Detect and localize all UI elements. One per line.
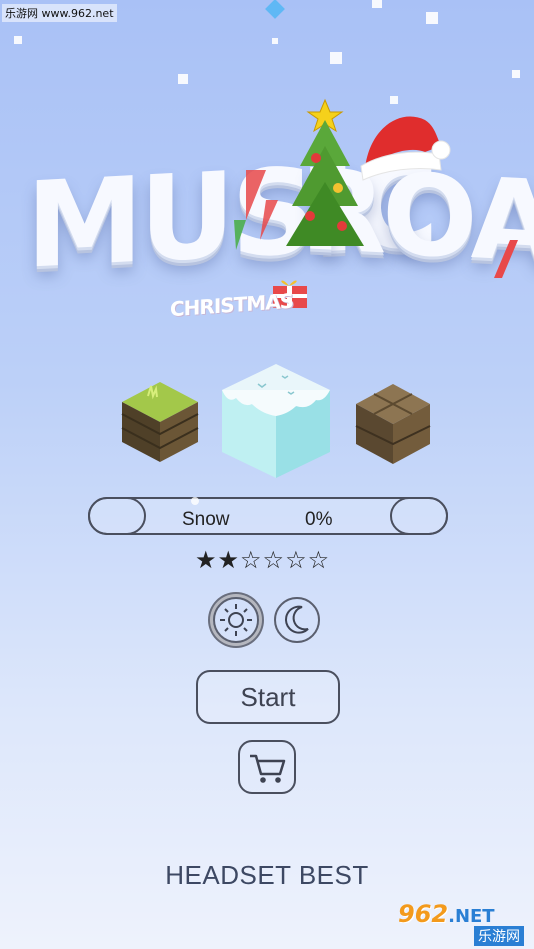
santa-hat-icon xyxy=(360,116,451,181)
difficulty-stars: ★★☆☆☆☆ xyxy=(195,546,331,574)
watermark-badge: 962.NET 乐游网 xyxy=(398,900,530,946)
snowflake xyxy=(372,0,382,8)
badge-bottom: 乐游网 xyxy=(474,926,524,946)
song-progress-percent: 0% xyxy=(305,509,333,530)
badge-top: 962.NET xyxy=(398,900,530,928)
game-logo: MUSIC ROAD CHRISTMAS xyxy=(0,90,534,330)
next-song-button[interactable] xyxy=(390,497,448,535)
badge-suffix: .NET xyxy=(448,906,495,927)
start-button[interactable]: Start xyxy=(196,670,340,724)
night-mode-button[interactable] xyxy=(274,597,320,643)
theme-stone-cube[interactable] xyxy=(352,380,434,468)
theme-snow-cube[interactable] xyxy=(218,360,334,482)
song-name: Snow xyxy=(182,509,230,530)
snowflake xyxy=(272,38,278,44)
ribbon-icon xyxy=(494,240,518,278)
theme-grass-cube[interactable] xyxy=(118,378,202,466)
previous-song-button[interactable] xyxy=(88,497,146,535)
snowflake xyxy=(14,36,22,44)
progress-marker xyxy=(191,497,199,505)
day-mode-button[interactable] xyxy=(213,597,259,643)
logo-subtitle: CHRISTMAS xyxy=(170,288,294,322)
snowflake xyxy=(426,12,438,24)
song-progress-bar: Snow 0% xyxy=(88,497,448,535)
footer-tip-text: HEADSET BEST xyxy=(165,860,369,890)
cart-icon xyxy=(250,754,286,783)
badge-number: 962 xyxy=(398,900,449,928)
snowflake xyxy=(330,52,342,64)
moon-icon xyxy=(284,605,309,634)
gem-icon xyxy=(265,0,285,19)
watermark-text: 乐游网 www.962.net xyxy=(2,4,117,22)
sun-icon xyxy=(220,604,252,636)
snowflake xyxy=(512,70,520,78)
shop-button[interactable] xyxy=(238,740,296,794)
snowflake xyxy=(178,74,188,84)
